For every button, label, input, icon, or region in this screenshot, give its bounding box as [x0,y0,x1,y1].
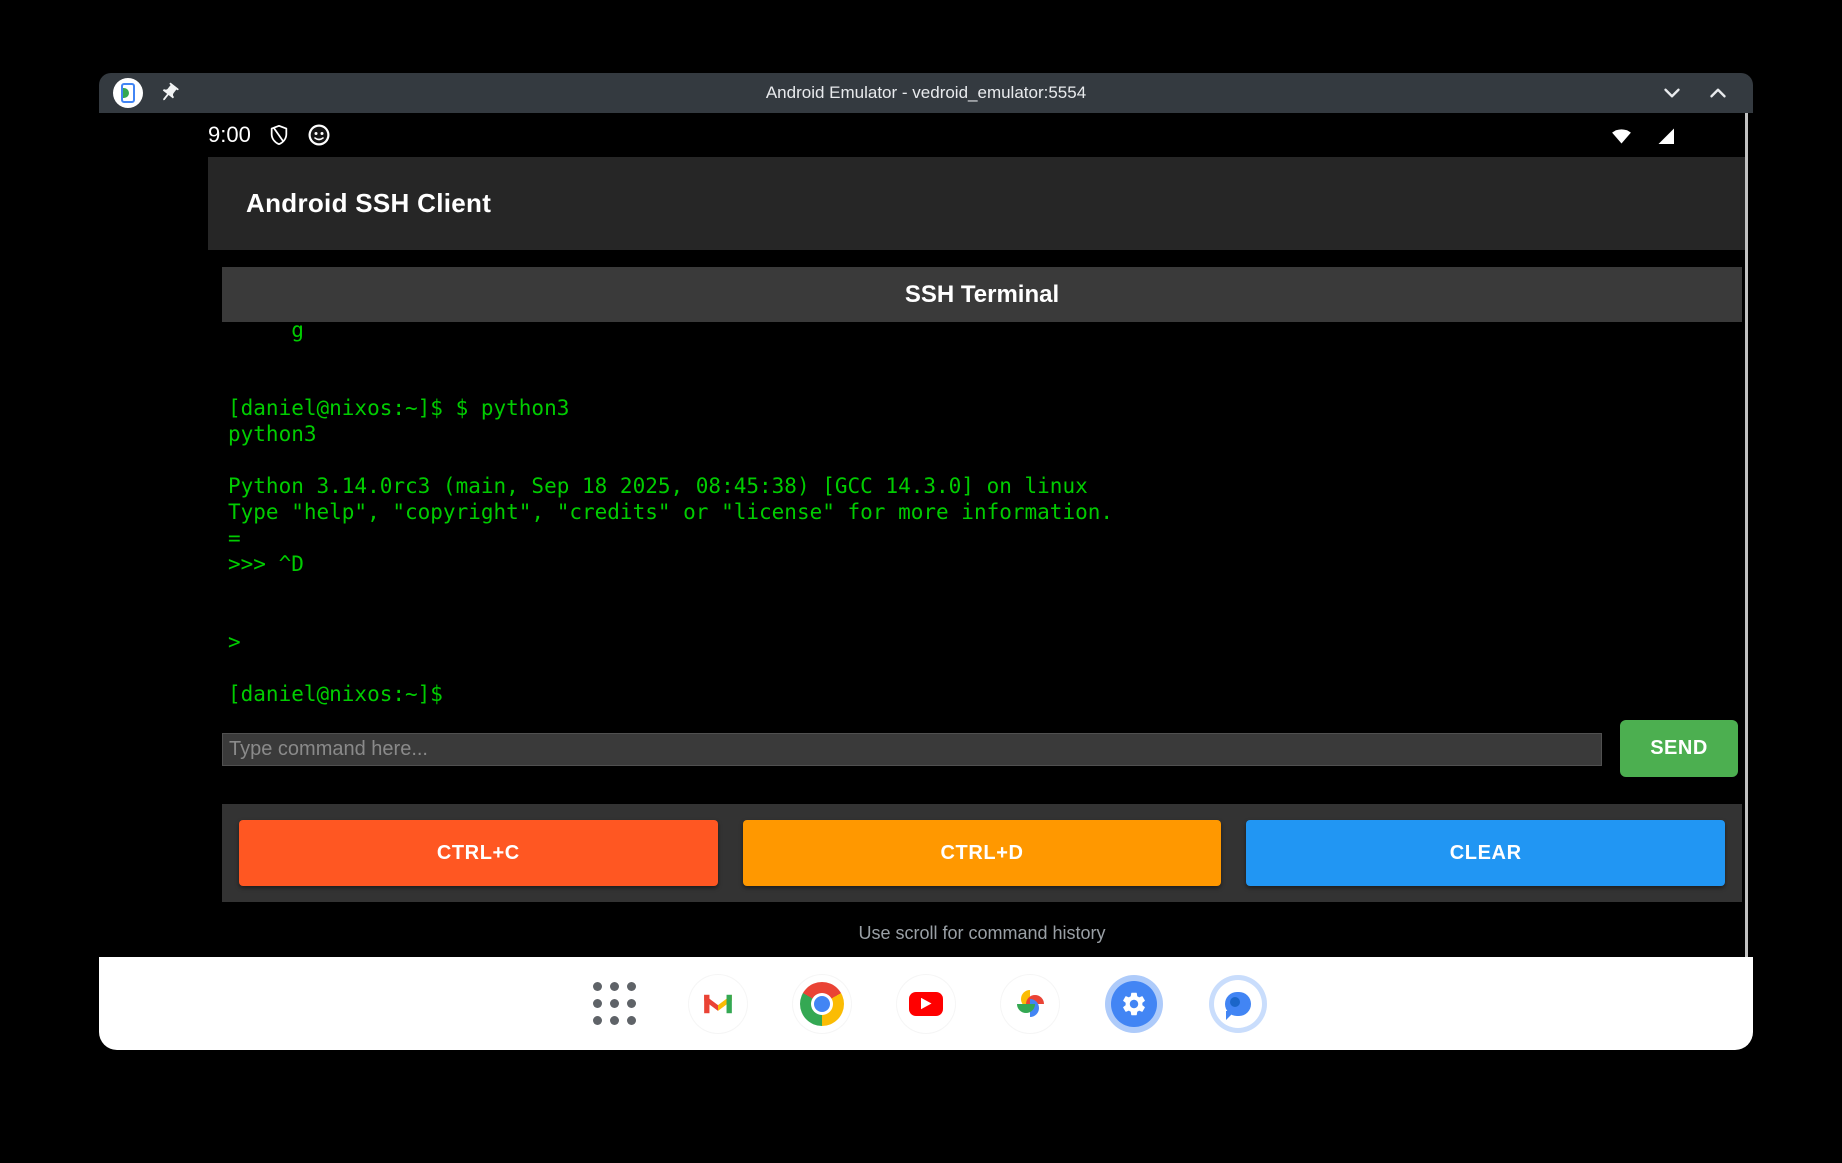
terminal-line [228,369,1742,395]
terminal-line: >>> ^D [228,551,1742,577]
clear-button[interactable]: CLEAR [1246,820,1725,886]
terminal-line: Python 3.14.0rc3 (main, Sep 18 2025, 08:… [228,473,1742,499]
ctrl-c-button[interactable]: CTRL+C [239,820,718,886]
terminal-line [228,655,1742,681]
emulator-window: Android Emulator - vedroid_emulator:5554… [99,73,1753,1050]
scroll-hint-text: Use scroll for command history [222,923,1742,944]
cell-signal-icon [1652,123,1678,147]
terminal-line: > [228,629,1742,655]
window-edge-highlight [1745,113,1748,1050]
photos-app[interactable] [1001,975,1059,1033]
terminal-header: SSH Terminal [222,267,1742,322]
shield-slash-icon [268,123,290,147]
messages-icon [1209,975,1267,1033]
status-bar: 9:00 [99,113,1753,157]
terminal-line [228,343,1742,369]
settings-app[interactable] [1105,975,1163,1033]
chrome-icon [793,975,851,1033]
desktop-background: Android Emulator - vedroid_emulator:5554… [0,0,1842,1163]
gmail-icon [689,975,747,1033]
window-title: Android Emulator - vedroid_emulator:5554 [99,73,1753,113]
launcher-dock [99,957,1753,1050]
window-titlebar[interactable]: Android Emulator - vedroid_emulator:5554 [99,73,1753,113]
messages-app[interactable] [1209,975,1267,1033]
window-controls [1659,73,1731,113]
terminal-line [228,603,1742,629]
youtube-app[interactable] [897,975,955,1033]
terminal-line [228,577,1742,603]
chevron-down-icon[interactable] [1659,80,1685,106]
wifi-icon [1608,123,1635,147]
all-apps-button[interactable] [585,975,643,1033]
action-buttons-bar: CTRL+C CTRL+D CLEAR [222,804,1742,902]
terminal-output[interactable]: g [daniel@nixos:~]$ $ python3 python3 Py… [222,322,1742,730]
terminal-line: g [228,322,1742,343]
terminal-line: [daniel@nixos:~]$ $ python3 [228,395,1742,421]
android-head-icon [307,123,331,147]
send-button[interactable]: SEND [1620,720,1738,777]
command-input[interactable] [222,733,1602,766]
app-title: Android SSH Client [246,188,491,219]
terminal-line: = [228,525,1742,551]
terminal-line: [daniel@nixos:~]$ [228,681,1742,707]
terminal-line [228,447,1742,473]
ctrl-d-button[interactable]: CTRL+D [743,820,1222,886]
apps-grid-icon [593,982,636,1025]
android-screen: 9:00 [99,113,1753,1050]
terminal-line: python3 [228,421,1742,447]
chrome-app[interactable] [793,975,851,1033]
chevron-up-icon[interactable] [1705,80,1731,106]
photos-icon [1001,975,1059,1033]
terminal-line: Type "help", "copyright", "credits" or "… [228,499,1742,525]
gmail-app[interactable] [689,975,747,1033]
youtube-icon [897,975,955,1033]
status-time: 9:00 [208,122,251,148]
terminal-header-label: SSH Terminal [905,281,1059,309]
app-header: Android SSH Client [208,157,1745,250]
settings-icon [1105,975,1163,1033]
